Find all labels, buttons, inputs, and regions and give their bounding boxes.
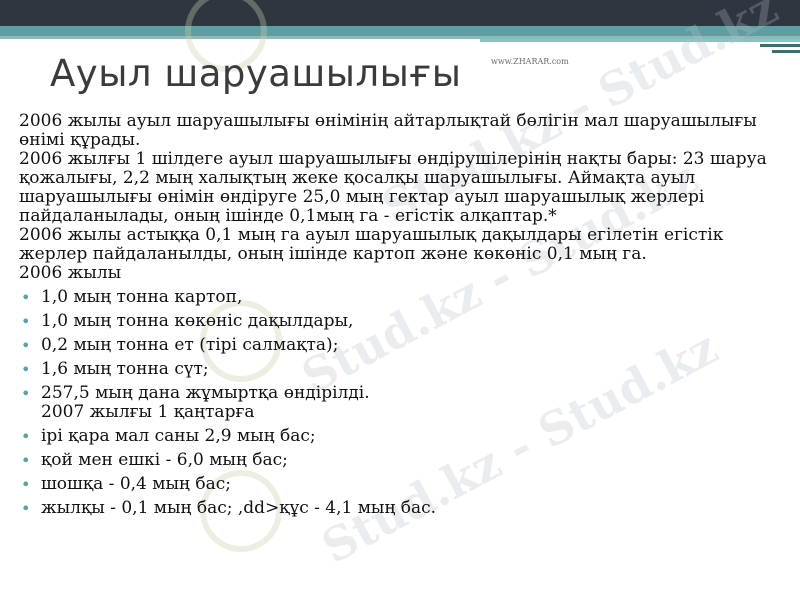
bullet-icon: • bbox=[21, 384, 31, 403]
bullet-icon: • bbox=[21, 288, 31, 307]
list-item: • шошқа - 0,4 мың бас; bbox=[19, 474, 789, 495]
list-item-text: 257,5 мың дана жұмыртқа өндірілді. bbox=[41, 383, 370, 403]
header-accent-line bbox=[760, 44, 800, 47]
list-item: • 1,6 мың тонна сүт; bbox=[19, 359, 789, 380]
site-url: www.ZHARAR.com bbox=[491, 57, 569, 66]
bullet-icon: • bbox=[21, 312, 31, 331]
list-item: • ірі қара мал саны 2,9 мың бас; bbox=[19, 426, 789, 447]
list-item-text: 1,0 мың тонна картоп, bbox=[41, 287, 243, 307]
list-item-text: шошқа - 0,4 мың бас; bbox=[41, 474, 231, 494]
list-item-text: қой мен ешкі - 6,0 мың бас; bbox=[41, 450, 288, 470]
paragraph: 2006 жылы ауыл шаруашылығы өнімінің айта… bbox=[19, 111, 757, 150]
bullet-list: • 1,0 мың тонна картоп, • 1,0 мың тонна кө… bbox=[19, 287, 789, 519]
list-item-text: ірі қара мал саны 2,9 мың бас; bbox=[41, 426, 316, 446]
bullet-icon: • bbox=[21, 360, 31, 379]
list-item-subtext: 2007 жылғы 1 қаңтарға bbox=[41, 402, 255, 422]
bullet-icon: • bbox=[21, 499, 31, 518]
list-item: • 257,5 мың дана жұмыртқа өндірілді. 2007 … bbox=[19, 384, 789, 422]
paragraph: 2006 жылғы 1 шілдеге ауыл шаруашылығы өн… bbox=[19, 149, 767, 226]
list-item-text: 0,2 мың тонна ет (тірі салмақта); bbox=[41, 335, 339, 355]
list-item: • 1,0 мың тонна көкөніс дақылдары, bbox=[19, 311, 789, 332]
list-item-text: 1,0 мың тонна көкөніс дақылдары, bbox=[41, 311, 354, 331]
paragraph: 2006 жылы bbox=[19, 263, 122, 283]
list-item: • қой мен ешкі - 6,0 мың бас; bbox=[19, 450, 789, 471]
slide-title: Ауыл шаруашылығы bbox=[50, 52, 462, 95]
header-accent-line bbox=[772, 50, 800, 53]
list-item: • 1,0 мың тонна картоп, bbox=[19, 287, 789, 308]
bullet-icon: • bbox=[21, 451, 31, 470]
bullet-icon: • bbox=[21, 427, 31, 446]
bullet-icon: • bbox=[21, 336, 31, 355]
header-teal-bar bbox=[0, 26, 800, 36]
list-item-text: жылқы - 0,1 мың бас; ,dd>құс - 4,1 мың б… bbox=[41, 498, 437, 518]
paragraph: 2006 жылы астыққа 0,1 мың га ауыл шаруаш… bbox=[19, 225, 724, 264]
header-dark-bar bbox=[0, 0, 800, 26]
slide-body: 2006 жылы ауыл шаруашылығы өнімінің айта… bbox=[19, 111, 789, 519]
header-accent-bar bbox=[480, 39, 800, 42]
list-item: • жылқы - 0,1 мың бас; ,dd>құс - 4,1 мың … bbox=[19, 498, 789, 519]
list-item: • 0,2 мың тонна ет (тірі салмақта); bbox=[19, 335, 789, 356]
bullet-icon: • bbox=[21, 475, 31, 494]
list-item-text: 1,6 мың тонна сүт; bbox=[41, 359, 209, 379]
